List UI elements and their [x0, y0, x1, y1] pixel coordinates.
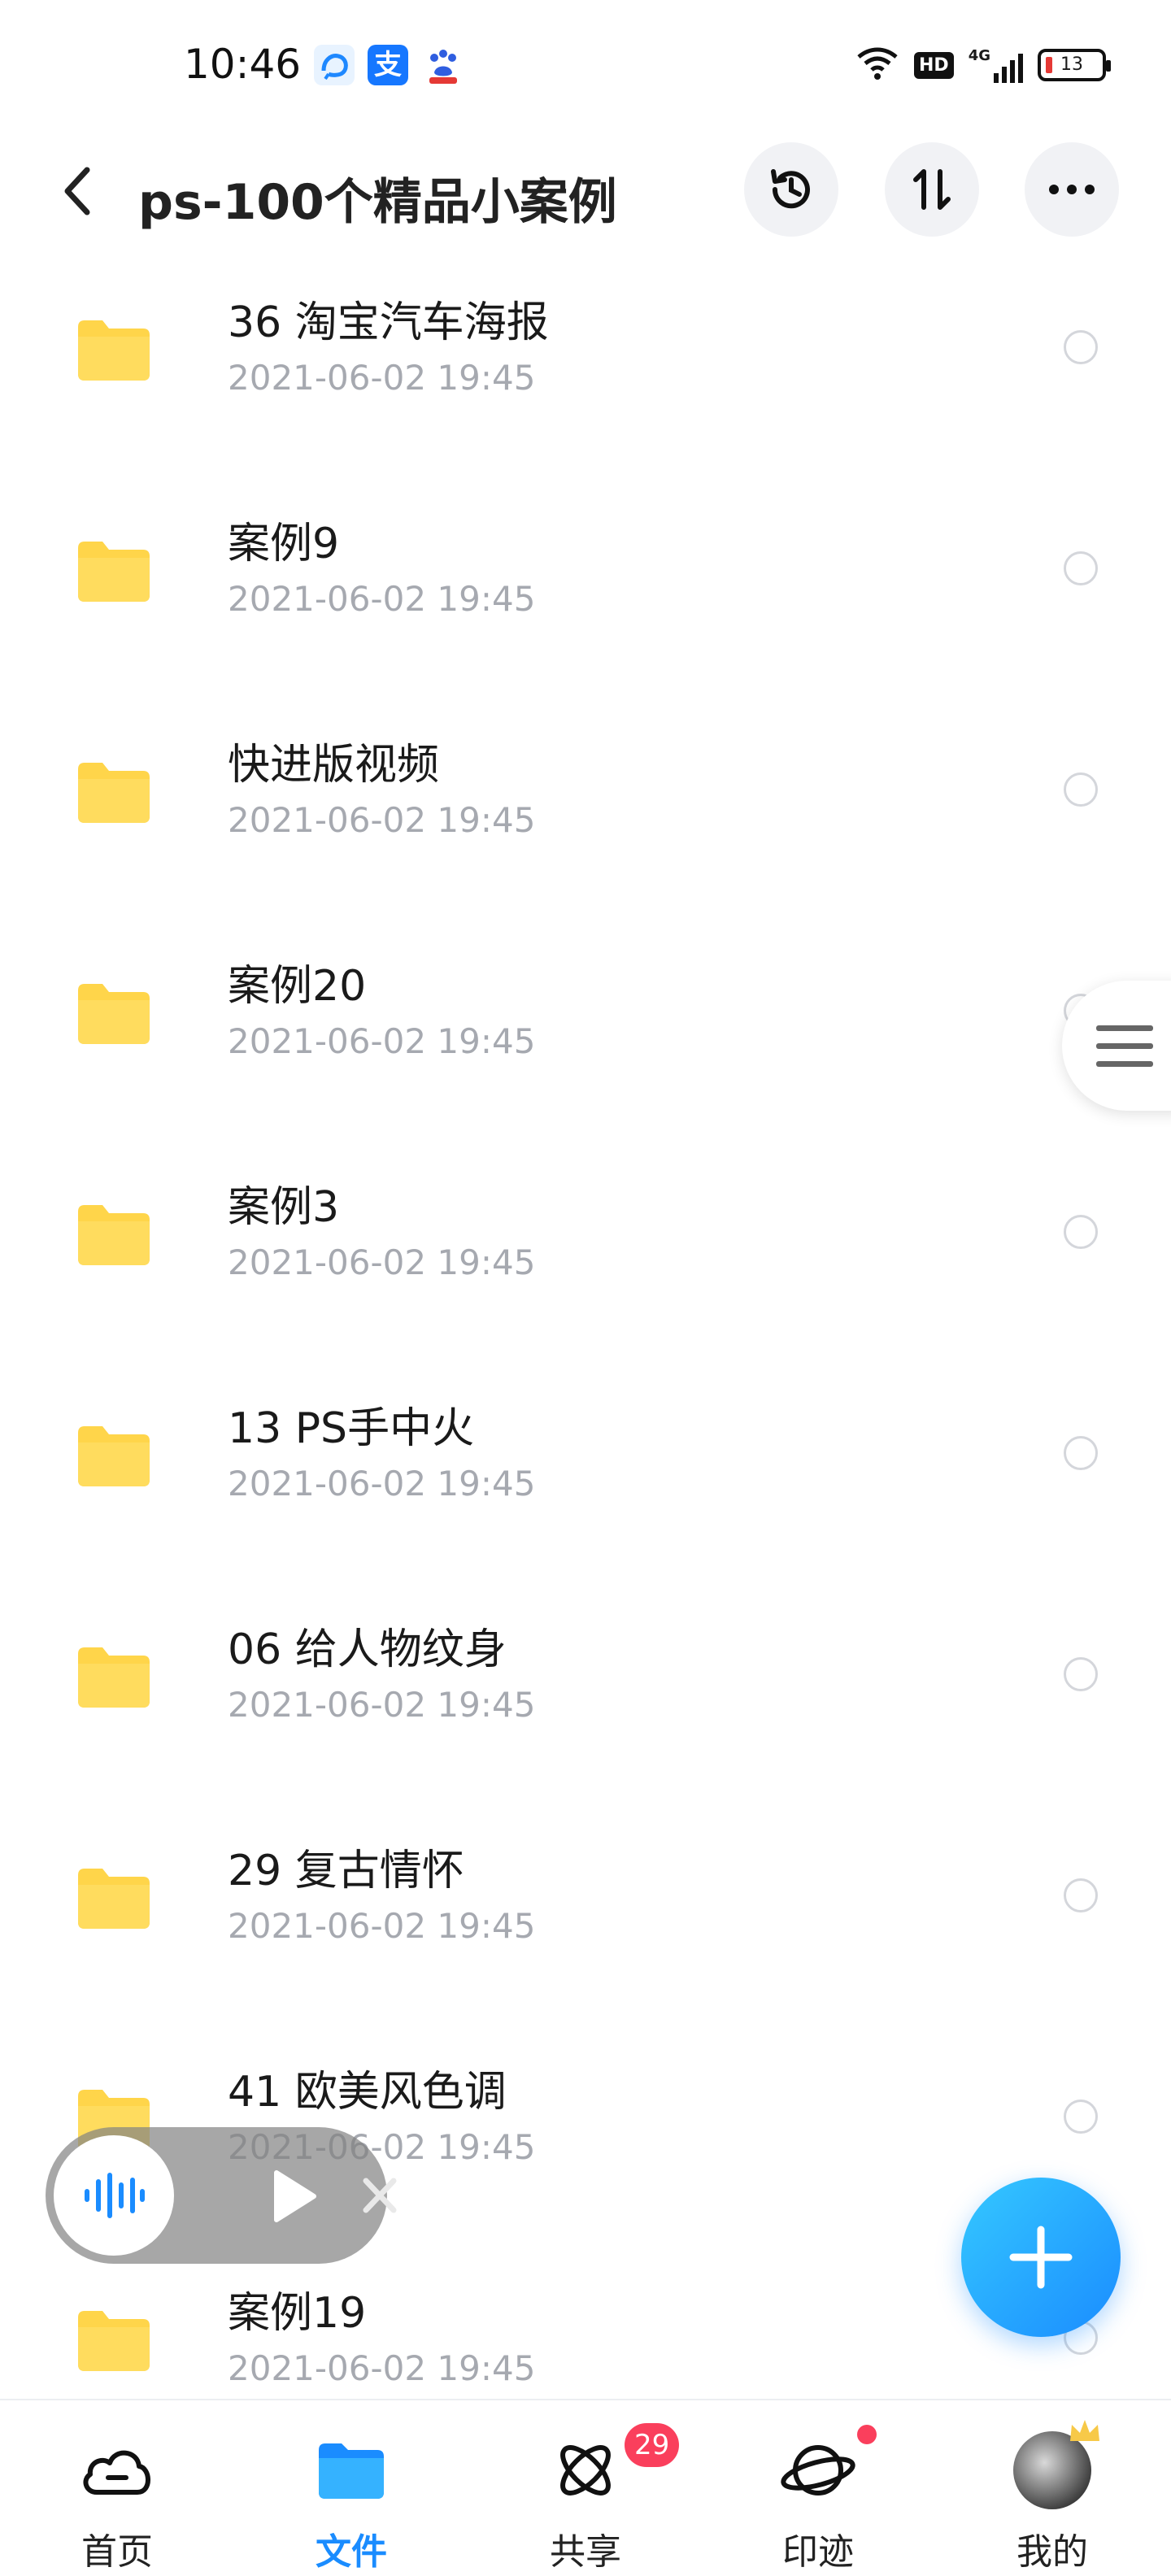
cloud-icon [76, 2430, 158, 2511]
audio-mini-player[interactable] [46, 2127, 397, 2264]
atom-icon [545, 2430, 626, 2511]
avatar [1013, 2420, 1099, 2509]
file-date: 2021-06-02 19:45 [228, 1242, 536, 1282]
file-name: 13 PS手中火 [228, 1404, 475, 1453]
file-date: 2021-06-02 19:45 [228, 2348, 536, 2388]
close-icon[interactable] [359, 2173, 400, 2218]
qq-browser-icon [314, 45, 355, 85]
avatar-wrap [1012, 2420, 1099, 2511]
network-label: 4G [968, 47, 990, 64]
battery-icon: 13 [1038, 49, 1111, 81]
file-row[interactable]: 案例3 2021-06-02 19:45 [0, 1137, 1171, 1358]
tab-label: 共享 [550, 2531, 621, 2573]
play-icon[interactable] [270, 2168, 319, 2225]
select-radio[interactable] [1064, 1878, 1098, 1912]
add-button[interactable] [961, 2178, 1121, 2337]
header-bar: ps-100个精品小案例 [0, 130, 1171, 252]
more-dots-icon [1049, 185, 1095, 194]
plus-icon [1009, 2226, 1073, 2289]
tab-label: 我的 [1016, 2531, 1088, 2573]
file-date: 2021-06-02 19:45 [228, 579, 536, 619]
status-indicators: HD 4G 13 [855, 42, 1111, 88]
history-button[interactable] [744, 142, 838, 237]
file-row[interactable]: 案例9 2021-06-02 19:45 [0, 473, 1171, 694]
file-row[interactable]: 36 淘宝汽车海报 2021-06-02 19:45 [0, 252, 1171, 473]
status-time: 10:46 [184, 41, 302, 88]
folder-icon [78, 320, 150, 381]
more-button[interactable] [1025, 142, 1119, 237]
folder-icon [78, 984, 150, 1044]
select-radio[interactable] [1064, 1215, 1098, 1249]
hd-badge: HD [914, 51, 954, 79]
select-radio[interactable] [1064, 1657, 1098, 1691]
file-date: 2021-06-02 19:45 [228, 358, 536, 398]
file-name: 案例3 [228, 1183, 340, 1232]
baidu-icon [423, 45, 464, 85]
battery-level: 13 [1060, 54, 1083, 75]
tab-share[interactable]: 29 共享 [504, 2400, 680, 2576]
select-radio[interactable] [1064, 1436, 1098, 1470]
file-row[interactable]: 案例20 2021-06-02 19:45 [0, 916, 1171, 1137]
file-date: 2021-06-02 19:45 [228, 1464, 536, 1503]
alipay-icon: 支 [368, 45, 408, 85]
file-name: 案例9 [228, 520, 340, 568]
tab-label: 印迹 [782, 2531, 854, 2573]
file-date: 2021-06-02 19:45 [228, 1685, 536, 1725]
sound-wave-icon [85, 2173, 145, 2218]
file-name: 案例19 [228, 2289, 367, 2338]
page-title: ps-100个精品小案例 [138, 174, 617, 231]
folder-icon [78, 763, 150, 823]
tab-label: 首页 [81, 2531, 153, 2573]
sort-arrows-icon [913, 169, 951, 210]
tab-me[interactable]: 我的 [971, 2400, 1134, 2576]
folder-icon [311, 2430, 392, 2511]
tab-label: 文件 [316, 2531, 387, 2573]
folder-icon [78, 1647, 150, 1708]
file-date: 2021-06-02 19:45 [228, 1906, 536, 1946]
menu-lines-icon [1096, 1025, 1153, 1067]
file-name: 41 欧美风色调 [228, 2068, 507, 2117]
select-radio[interactable] [1064, 2100, 1098, 2134]
file-name: 36 淘宝汽车海报 [228, 298, 549, 347]
status-bar: 10:46 支 HD 4G 13 [0, 0, 1171, 130]
folder-icon [78, 542, 150, 602]
wifi-icon [855, 46, 899, 85]
bottom-nav: 首页 文件 29 共享 印迹 我的 [0, 2399, 1171, 2576]
file-name: 快进版视频 [228, 741, 440, 790]
audio-wave-button[interactable] [54, 2135, 174, 2256]
file-date: 2021-06-02 19:45 [228, 800, 536, 840]
crown-icon [1070, 2420, 1099, 2441]
file-row[interactable]: 快进版视频 2021-06-02 19:45 [0, 694, 1171, 916]
planet-icon [777, 2430, 859, 2511]
folder-icon [78, 2311, 150, 2371]
file-date: 2021-06-02 19:45 [228, 1021, 536, 1061]
tab-footprint[interactable]: 印迹 [737, 2400, 899, 2576]
sort-button[interactable] [885, 142, 979, 237]
notification-dot [857, 2425, 877, 2444]
file-row[interactable]: 29 复古情怀 2021-06-02 19:45 [0, 1800, 1171, 2021]
select-radio[interactable] [1064, 772, 1098, 807]
folder-icon [78, 1205, 150, 1265]
chevron-left-icon [64, 167, 90, 215]
select-radio[interactable] [1064, 330, 1098, 364]
file-name: 29 复古情怀 [228, 1847, 464, 1895]
folder-icon [78, 1426, 150, 1486]
file-name: 案例20 [228, 962, 367, 1011]
folder-icon [78, 1869, 150, 1929]
share-badge: 29 [625, 2423, 680, 2467]
back-button[interactable] [49, 154, 106, 228]
tab-home[interactable]: 首页 [36, 2400, 198, 2576]
history-icon [771, 169, 810, 209]
file-row[interactable]: 06 给人物纹身 2021-06-02 19:45 [0, 1579, 1171, 1800]
select-radio[interactable] [1064, 551, 1098, 585]
file-row[interactable]: 13 PS手中火 2021-06-02 19:45 [0, 1358, 1171, 1579]
file-name: 06 给人物纹身 [228, 1625, 507, 1674]
tab-files[interactable]: 文件 [270, 2400, 433, 2576]
signal-icon: 4G [969, 47, 1023, 83]
